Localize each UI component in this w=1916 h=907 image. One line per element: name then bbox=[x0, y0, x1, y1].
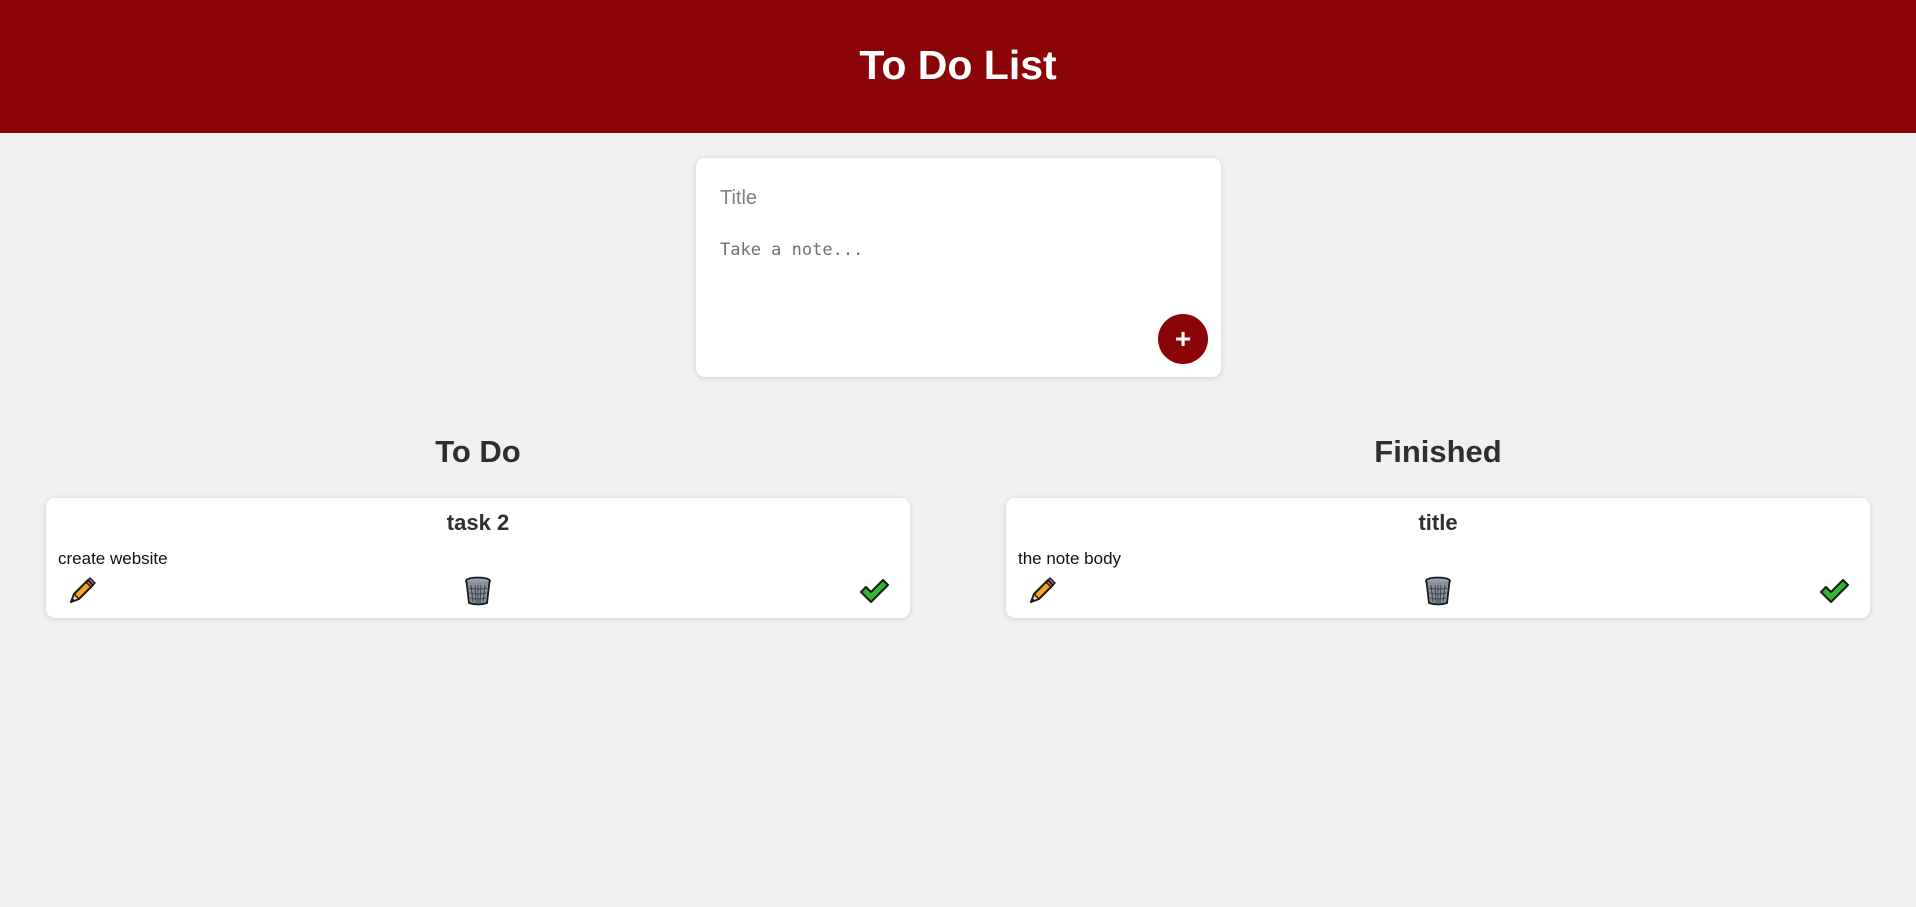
title-input[interactable] bbox=[720, 180, 1190, 216]
card-title: task 2 bbox=[446, 510, 510, 535]
card-body: the note body bbox=[1018, 549, 1122, 568]
app-header: To Do List bbox=[0, 0, 1916, 133]
pencil-icon bbox=[1030, 577, 1056, 603]
delete-button[interactable] bbox=[461, 574, 495, 608]
edit-button[interactable] bbox=[65, 574, 99, 608]
trash-icon bbox=[465, 576, 491, 606]
note-textarea[interactable] bbox=[720, 240, 1190, 310]
pencil-icon bbox=[70, 577, 96, 603]
delete-button[interactable] bbox=[1421, 574, 1455, 608]
complete-button[interactable] bbox=[1817, 574, 1851, 608]
checkmark-icon bbox=[860, 579, 889, 603]
add-note-button[interactable]: + bbox=[1158, 314, 1208, 364]
trash-icon bbox=[1425, 576, 1451, 606]
card-body: create website bbox=[58, 549, 168, 568]
column-heading-finished: Finished bbox=[1374, 434, 1502, 469]
note-composer: + bbox=[696, 158, 1221, 377]
edit-button[interactable] bbox=[1025, 574, 1059, 608]
checkmark-icon bbox=[1820, 579, 1849, 603]
complete-button[interactable] bbox=[857, 574, 891, 608]
finished-card: title the note body bbox=[1006, 498, 1870, 618]
todo-card: task 2 create website bbox=[46, 498, 910, 618]
column-heading-todo: To Do bbox=[435, 434, 521, 469]
card-title: title bbox=[1418, 510, 1458, 535]
app-title: To Do List bbox=[859, 41, 1057, 88]
